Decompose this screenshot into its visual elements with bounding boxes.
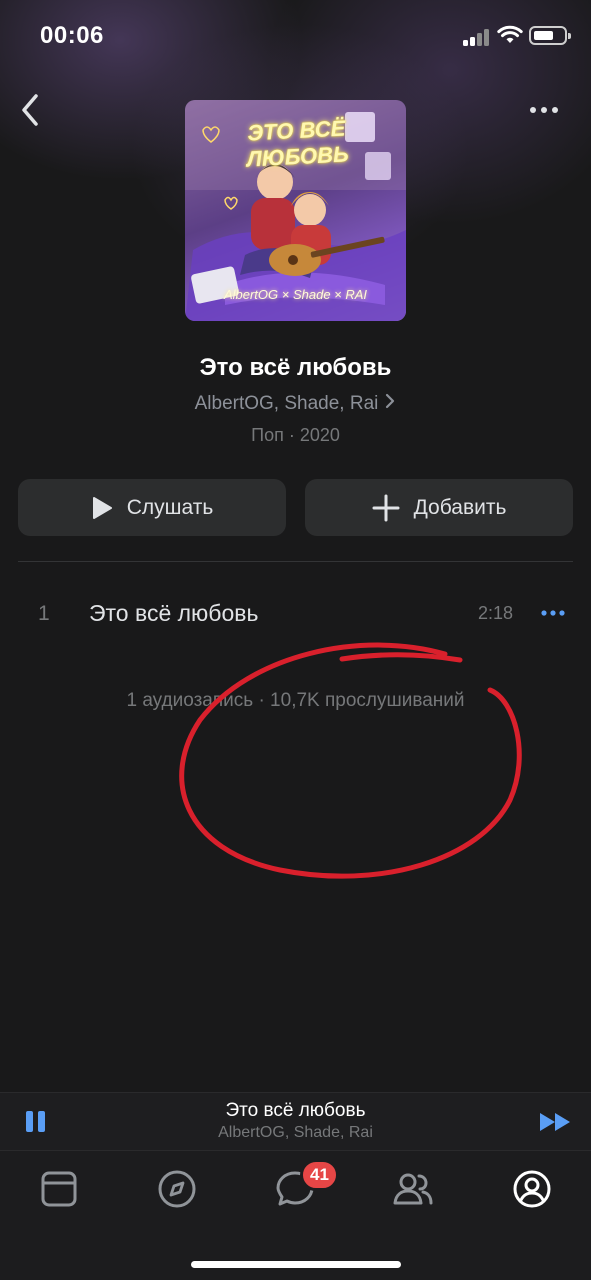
back-button[interactable] <box>12 90 52 130</box>
play-icon <box>92 496 112 519</box>
track-more-icon[interactable] <box>537 601 569 625</box>
add-button-label: Добавить <box>413 495 507 519</box>
mini-player-artists: AlbertOG, Shade, Rai <box>218 1124 373 1141</box>
track-duration: 2:18 <box>478 603 514 623</box>
profile-icon[interactable] <box>512 1169 552 1209</box>
friends-icon[interactable] <box>393 1169 433 1209</box>
listen-button-label: Слушать <box>126 495 214 519</box>
discover-icon[interactable] <box>157 1169 197 1209</box>
plus-icon <box>372 494 400 521</box>
news-icon[interactable] <box>39 1169 79 1209</box>
chevron-right-icon <box>386 393 395 409</box>
add-button[interactable]: Добавить <box>305 479 573 536</box>
home-indicator <box>191 1261 401 1268</box>
battery-icon <box>529 26 571 45</box>
album-genre-year: Поп · 2020 <box>251 425 340 445</box>
album-artists-link[interactable]: AlbertOG, Shade, Rai <box>0 393 591 415</box>
album-summary: 1 аудиозапись · 10,7K прослушиваний <box>126 690 465 711</box>
cover-caption-art: AlbertOG × Shade × RAI <box>223 287 368 302</box>
album-cover: ЭТО ВСЁ ЛЮБОВЬ AlbertOG × Shade × RAI <box>185 100 406 321</box>
next-track-button[interactable] <box>538 1109 574 1135</box>
status-time: 00:06 <box>40 22 104 49</box>
messages-badge: 41 <box>300 1159 339 1191</box>
track-row[interactable]: 1 Это всё любовь 2:18 <box>0 585 591 641</box>
album-title: Это всё любовь <box>199 354 392 381</box>
status-bar: 00:06 <box>0 0 591 72</box>
track-title: Это всё любовь <box>89 600 259 626</box>
cover-title-art: ЭТО ВСЁ ЛЮБОВЬ <box>246 115 350 172</box>
mini-player[interactable]: Это всё любовь AlbertOG, Shade, Rai <box>0 1092 591 1150</box>
mini-player-title: Это всё любовь <box>225 1100 366 1121</box>
more-options-button[interactable] <box>524 96 564 124</box>
section-divider <box>18 561 573 562</box>
listen-button[interactable]: Слушать <box>18 479 286 536</box>
cellular-signal-icon <box>463 28 491 46</box>
track-number: 1 <box>38 602 50 625</box>
wifi-icon <box>497 25 523 43</box>
album-artists-label: AlbertOG, Shade, Rai <box>194 393 379 414</box>
